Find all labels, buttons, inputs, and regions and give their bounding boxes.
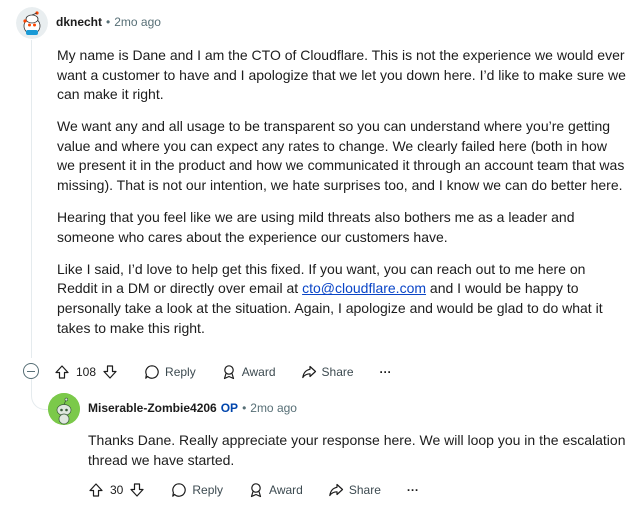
- upvote-icon: [55, 365, 69, 379]
- vote-count: 30: [110, 483, 124, 497]
- reply-meta: Miserable-Zombie4206 OP • 2mo ago: [88, 401, 297, 415]
- snoo-avatar-icon: [16, 7, 48, 39]
- reply-body: Thanks Dane. Really appreciate your resp…: [88, 431, 628, 483]
- share-label: Share: [321, 365, 354, 379]
- comment-actions: 108 Reply Award Share ···: [54, 360, 392, 384]
- award-button[interactable]: Award: [248, 482, 303, 498]
- downvote-icon: [130, 483, 144, 497]
- upvote-icon: [89, 483, 103, 497]
- avatar-miserable-zombie4206[interactable]: [48, 393, 80, 425]
- reply-actions: 30 Reply Award Share ···: [88, 478, 419, 502]
- thread-line: [31, 40, 32, 358]
- comment-meta: dknecht • 2mo ago: [56, 15, 161, 29]
- collapse-thread-button[interactable]: [23, 363, 39, 379]
- award-label: Award: [241, 365, 276, 379]
- vote-group: 30: [88, 482, 145, 498]
- reply-button[interactable]: Reply: [171, 482, 223, 498]
- reply-connector: [31, 379, 50, 410]
- vote-count: 108: [76, 365, 97, 379]
- comment-paragraph: My name is Dane and I am the CTO of Clou…: [57, 47, 626, 103]
- author-name[interactable]: Miserable-Zombie4206: [88, 401, 217, 415]
- comment-bubble-icon: [172, 483, 187, 497]
- share-icon: [301, 365, 316, 379]
- op-badge: OP: [220, 401, 239, 415]
- reply-label: Reply: [165, 365, 196, 379]
- downvote-button[interactable]: [102, 364, 118, 380]
- share-button[interactable]: Share: [301, 364, 354, 380]
- comment-body: My name is Dane and I am the CTO of Clou…: [57, 46, 627, 351]
- timestamp[interactable]: 2mo ago: [250, 401, 297, 415]
- more-options-button[interactable]: ···: [407, 483, 419, 497]
- share-label: Share: [348, 483, 381, 497]
- vote-group: 108: [54, 364, 118, 380]
- comment-paragraph: We want any and all usage to be transpar…: [57, 118, 625, 194]
- downvote-button[interactable]: [129, 482, 145, 498]
- award-icon: [250, 483, 262, 498]
- comment-bubble-icon: [145, 365, 159, 379]
- upvote-button[interactable]: [54, 364, 70, 380]
- award-icon: [223, 365, 234, 380]
- author-name[interactable]: dknecht: [56, 15, 102, 29]
- more-options-icon: ···: [379, 365, 392, 379]
- downvote-icon: [103, 365, 117, 379]
- more-options-button[interactable]: ···: [380, 365, 392, 379]
- meta-separator: •: [242, 401, 247, 415]
- share-button[interactable]: Share: [328, 482, 381, 498]
- timestamp[interactable]: 2mo ago: [114, 15, 161, 29]
- comment-paragraph: Hearing that you feel like we are using …: [57, 209, 575, 245]
- avatar-dknecht[interactable]: [16, 7, 48, 39]
- snoo-avatar-icon: [48, 393, 80, 425]
- reply-button[interactable]: Reply: [144, 364, 196, 380]
- award-button[interactable]: Award: [221, 364, 276, 380]
- more-options-icon: ···: [406, 483, 419, 497]
- meta-separator: •: [106, 15, 111, 29]
- upvote-button[interactable]: [88, 482, 104, 498]
- email-link[interactable]: cto@cloudflare.com: [302, 280, 426, 296]
- award-label: Award: [269, 483, 303, 497]
- share-icon: [329, 483, 343, 497]
- reply-paragraph: Thanks Dane. Really appreciate your resp…: [88, 432, 626, 468]
- comment-paragraph: Like I said, I’d love to help get this f…: [57, 260, 627, 338]
- reply-label: Reply: [192, 483, 224, 497]
